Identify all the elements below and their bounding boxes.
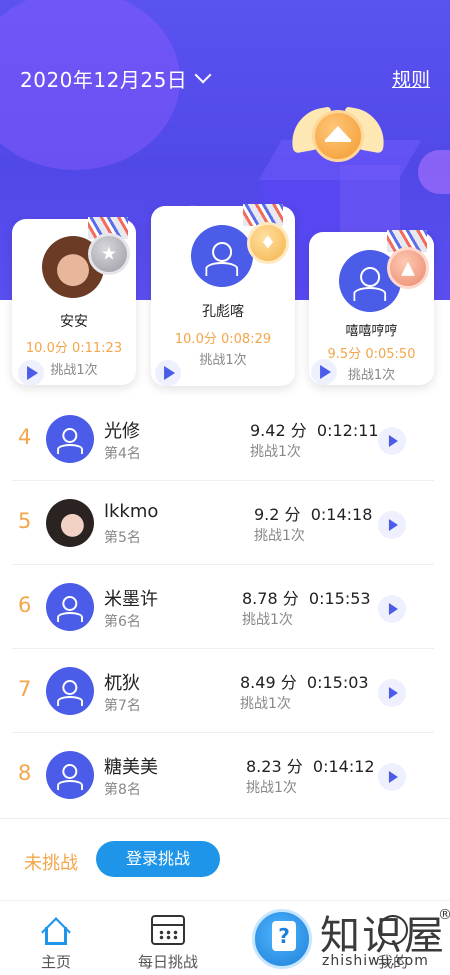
play-icon[interactable] — [311, 359, 337, 385]
user-score: 8.23 分 0:14:12 — [246, 757, 375, 776]
rank-number: 8 — [18, 761, 32, 785]
rank-number: 6 — [18, 593, 32, 617]
rules-link[interactable]: 规则 — [392, 65, 430, 92]
list-item[interactable]: 8 糖美美 第8名 8.23 分 0:14:12 挑战1次 — [12, 733, 434, 817]
podium-name: 孔彪喀 — [202, 304, 244, 320]
calendar-icon — [151, 915, 185, 945]
watermark-url: zhishiwu.com — [322, 953, 429, 969]
crown-trophy-icon — [286, 104, 390, 174]
podium-score: 10.0分 0:08:29 — [174, 332, 272, 347]
avatar — [46, 667, 94, 715]
user-place: 第4名 — [104, 446, 141, 462]
challenge-status: 未挑战 — [24, 853, 78, 874]
list-item[interactable]: 4 光修 第4名 9.42 分 0:12:11 挑战1次 — [12, 397, 434, 481]
login-challenge-button[interactable]: 登录挑战 — [96, 841, 220, 877]
watermark-reg: ® — [438, 907, 450, 923]
avatar — [46, 751, 94, 799]
tab-label: 每日挑战 — [137, 953, 198, 971]
podium-card-third[interactable]: ▲ 嘻嘻哼哼 9.5分 0:05:50 挑战1次 — [309, 230, 434, 385]
user-score: 8.78 分 0:15:53 — [242, 589, 371, 608]
decor-blob — [418, 150, 450, 194]
podium-card-first[interactable]: ♦ 孔彪喀 10.0分 0:08:29 挑战1次 — [151, 204, 295, 386]
tab-label: 主页 — [40, 953, 71, 971]
avatar — [46, 415, 94, 463]
user-place: 第5名 — [104, 530, 141, 546]
podium-score: 10.0分 0:11:23 — [25, 341, 123, 356]
user-tries: 挑战1次 — [254, 528, 305, 544]
user-place: 第8名 — [104, 782, 141, 798]
user-name: 杌狄 — [104, 673, 140, 694]
list-item[interactable]: 5 lkkmo 第5名 9.2 分 0:14:18 挑战1次 — [12, 481, 434, 565]
user-name: lkkmo — [104, 501, 159, 522]
rank-number: 4 — [18, 425, 32, 449]
user-name: 米墨许 — [104, 589, 158, 610]
play-icon[interactable] — [18, 360, 44, 386]
user-score: 8.49 分 0:15:03 — [240, 673, 369, 692]
user-tries: 挑战1次 — [240, 696, 291, 712]
gold-medal-icon: ♦ — [247, 222, 289, 264]
user-tries: 挑战1次 — [246, 780, 297, 796]
user-score: 9.2 分 0:14:18 — [254, 505, 373, 524]
podium-card-second[interactable]: ★ 安安 10.0分 0:11:23 挑战1次 — [12, 217, 136, 386]
date-label: 2020年12月25日 — [20, 67, 188, 92]
user-name: 糖美美 — [104, 757, 158, 778]
user-tries: 挑战1次 — [242, 612, 293, 628]
avatar — [191, 225, 253, 287]
watermark: ? 知识屋 ® zhishiwu.com — [252, 905, 450, 971]
play-icon[interactable] — [378, 763, 406, 791]
play-icon[interactable] — [378, 679, 406, 707]
rank-number: 7 — [18, 677, 32, 701]
home-icon — [40, 917, 72, 947]
chevron-down-icon — [194, 66, 212, 84]
user-place: 第7名 — [104, 698, 141, 714]
play-icon[interactable] — [155, 360, 181, 386]
list-item[interactable]: 7 杌狄 第7名 8.49 分 0:15:03 挑战1次 — [12, 649, 434, 733]
rank-number: 5 — [18, 509, 32, 533]
play-icon[interactable] — [378, 595, 406, 623]
silver-medal-icon: ★ — [88, 233, 130, 275]
user-place: 第6名 — [104, 614, 141, 630]
user-tries: 挑战1次 — [250, 444, 301, 460]
avatar — [46, 499, 94, 547]
play-icon[interactable] — [378, 427, 406, 455]
podium-name: 安安 — [60, 314, 88, 330]
list-item[interactable]: 6 米墨许 第6名 8.78 分 0:15:53 挑战1次 — [12, 565, 434, 649]
bronze-medal-icon: ▲ — [387, 247, 429, 289]
date-selector[interactable]: 2020年12月25日 — [20, 62, 212, 94]
play-icon[interactable] — [378, 511, 406, 539]
my-status-bar: 未挑战 登录挑战 — [0, 818, 450, 900]
user-score: 9.42 分 0:12:11 — [250, 421, 379, 440]
user-name: 光修 — [104, 421, 140, 442]
podium-name: 嘻嘻哼哼 — [345, 324, 398, 339]
avatar — [46, 583, 94, 631]
